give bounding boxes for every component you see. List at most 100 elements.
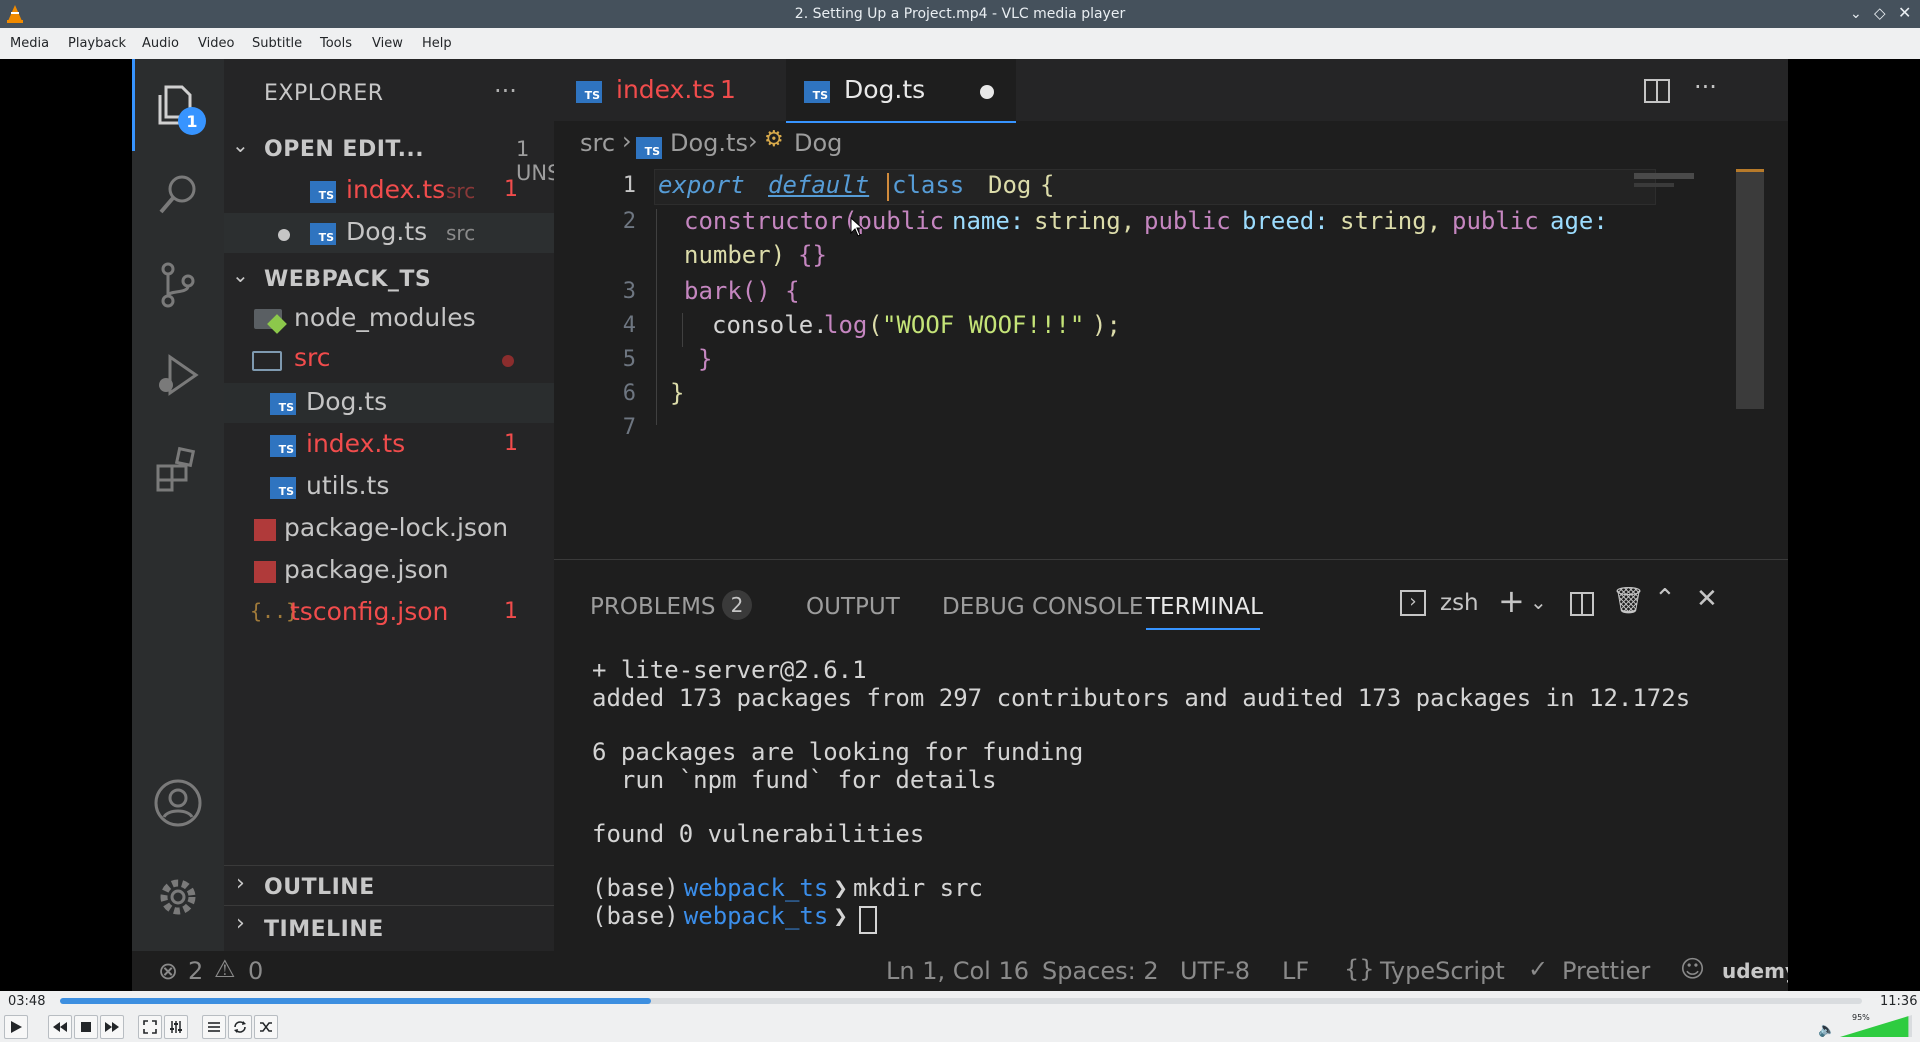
menu-media[interactable]: Media [10,36,49,51]
file-name: Dog.ts [306,387,388,416]
seek-progress [60,998,652,1004]
line-number: 1 [622,173,636,198]
seek-bar[interactable] [60,998,1862,1004]
run-debug-icon[interactable] [152,349,204,401]
speaker-icon[interactable]: 🔈 [1818,1022,1835,1038]
tree-tsconfig[interactable]: {..} tsconfig.json 1 [224,593,554,633]
typescript-file-icon: TS [270,477,296,499]
menu-video[interactable]: Video [198,36,234,51]
code-token: name: [952,207,1025,235]
timeline-header[interactable]: TIMELINE [264,917,384,942]
minimize-icon[interactable]: ⌄ [1850,6,1866,22]
open-editors-header[interactable]: OPEN EDIT... [264,137,424,162]
menu-view[interactable]: View [372,36,403,51]
search-icon[interactable] [152,169,204,221]
error-count[interactable]: 2 [188,957,203,985]
tab-dog[interactable]: TS Dog.ts [786,59,1016,123]
prettier-status[interactable]: Prettier [1562,957,1650,985]
scrollbar-marker [1736,169,1764,172]
plus-icon[interactable]: + [1498,582,1525,620]
fullscreen-button[interactable] [138,1015,162,1039]
breadcrumb-item[interactable]: Dog [794,129,842,157]
encoding[interactable]: UTF-8 [1180,957,1250,985]
code-token: { [1040,171,1055,199]
indentation[interactable]: Spaces: 2 [1042,957,1159,985]
terminal-prompt[interactable]: (base) webpack_ts ❯ [592,902,877,934]
tab-index[interactable]: TS index.ts 1 [554,59,774,121]
tab-debug-console[interactable]: DEBUG CONSOLE [942,594,1143,620]
code-token: ( [868,311,883,339]
feedback-icon[interactable]: ☺ [1680,955,1705,983]
extended-settings-button[interactable] [164,1015,188,1039]
chevron-down-icon[interactable]: ⌄ [232,133,249,157]
tree-package-lock[interactable]: package-lock.json [224,509,554,549]
next-button[interactable] [100,1015,124,1039]
breadcrumb-item[interactable]: src [580,129,615,157]
close-panel-icon[interactable]: ✕ [1696,584,1718,614]
indent-guide [682,313,683,347]
warning-icon[interactable]: ⚠ [214,955,236,983]
cursor-position[interactable]: Ln 1, Col 16 [886,957,1029,985]
breadcrumb-item[interactable]: Dog.ts [670,129,748,157]
source-control-icon[interactable] [152,259,204,311]
close-icon[interactable]: ✕ [1898,3,1914,22]
error-icon[interactable]: ⊗ [158,957,178,985]
playlist-button[interactable] [202,1015,226,1039]
tree-index[interactable]: TS index.ts 1 [224,425,554,465]
tree-package[interactable]: package.json [224,551,554,591]
menu-tools[interactable]: Tools [320,36,352,51]
minimap[interactable] [1634,183,1674,187]
open-editor-index[interactable]: TS index.ts src 1 [224,171,554,211]
menu-help[interactable]: Help [422,36,452,51]
vertical-scrollbar[interactable] [1736,169,1764,409]
maximize-icon[interactable]: ◇ [1874,4,1890,22]
stop-button[interactable] [74,1015,98,1039]
tree-utils[interactable]: TS utils.ts [224,467,554,507]
chevron-down-icon[interactable]: ⌄ [232,263,249,287]
tree-node-modules[interactable]: node_modules [224,299,554,339]
unsaved-dot-icon[interactable] [980,85,994,99]
trash-icon[interactable]: 🗑 [1612,586,1645,616]
chevron-down-icon[interactable]: ⌄ [1530,590,1547,614]
tab-problems[interactable]: PROBLEMS [590,594,716,620]
tab-output[interactable]: OUTPUT [806,594,900,620]
volume-label: 95% [1852,1013,1870,1022]
menu-subtitle[interactable]: Subtitle [252,36,302,51]
play-button[interactable] [4,1015,28,1039]
more-actions-icon[interactable]: ··· [494,77,517,105]
extensions-icon[interactable] [152,444,204,496]
code-token: log [824,311,868,339]
text-cursor [887,173,889,201]
prompt-arrow: ❯ [833,902,848,930]
language-mode[interactable]: TypeScript [1380,957,1505,985]
open-editor-dog[interactable]: TS Dog.ts src [224,213,554,253]
gear-icon[interactable] [152,871,204,923]
minimap[interactable] [1634,173,1694,179]
previous-button[interactable] [48,1015,72,1039]
menu-playback[interactable]: Playback [68,36,126,51]
project-header[interactable]: WEBPACK_TS [264,267,431,292]
total-time: 11:36 [1880,994,1918,1009]
tree-dog[interactable]: TS Dog.ts [224,383,554,423]
chevron-up-icon[interactable]: ⌃ [1654,584,1676,614]
split-terminal-icon[interactable] [1570,592,1594,616]
split-editor-icon[interactable] [1644,79,1670,103]
error-count: 1 [504,177,518,202]
shuffle-button[interactable] [254,1015,278,1039]
loop-button[interactable] [228,1015,252,1039]
tab-label: Dog.ts [844,75,926,104]
code-token: } [670,379,685,407]
warning-count[interactable]: 0 [248,957,263,985]
line-ending[interactable]: LF [1282,957,1309,985]
account-icon[interactable] [152,777,204,829]
chevron-right-icon[interactable]: › [236,911,245,936]
outline-header[interactable]: OUTLINE [264,875,375,900]
tree-src[interactable]: src [224,341,554,381]
more-actions-icon[interactable]: ··· [1694,73,1717,101]
volume-slider[interactable] [1840,1015,1912,1037]
tab-terminal[interactable]: TERMINAL [1146,594,1263,620]
code-token: {} [798,241,827,269]
chevron-right-icon[interactable]: › [236,871,245,896]
menu-audio[interactable]: Audio [142,36,179,51]
shell-name[interactable]: zsh [1440,590,1479,616]
